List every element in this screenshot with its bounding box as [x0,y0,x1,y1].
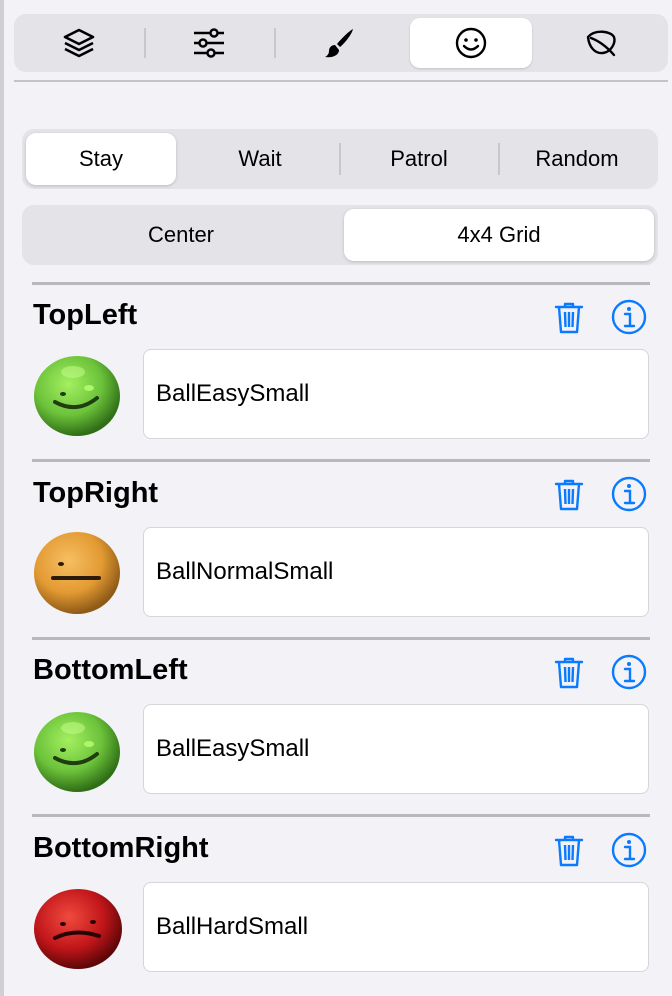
info-icon [611,299,647,335]
ball-type-field[interactable]: BallEasySmall [143,704,649,794]
info-icon [611,476,647,512]
ball-hard-avatar [34,889,122,969]
delete-button[interactable] [551,654,587,690]
info-button[interactable] [611,476,647,512]
ball-type-field[interactable]: BallHardSmall [143,882,649,972]
delete-button[interactable] [551,299,587,335]
tab-separator [144,28,146,58]
smiley-icon [455,27,487,59]
behavior-option-wait[interactable]: Wait [180,133,340,185]
layers-icon [63,28,95,58]
tab-separator [274,28,276,58]
tab-nature[interactable] [540,18,662,68]
trash-icon [554,302,584,334]
placement-segmented-control: Center 4x4 Grid [22,205,658,265]
slot-divider [32,282,650,285]
behavior-option-random[interactable]: Random [500,133,654,185]
behavior-option-stay[interactable]: Stay [26,133,176,185]
delete-button[interactable] [551,832,587,868]
ball-type-field[interactable]: BallNormalSmall [143,527,649,617]
trash-icon [554,835,584,867]
ball-normal-avatar [34,532,120,614]
ball-easy-avatar [34,356,120,436]
slot-title: TopLeft [33,299,138,331]
sidebar-divider [0,0,4,996]
tab-paint[interactable] [278,18,400,68]
info-button[interactable] [611,832,647,868]
slot-divider [32,459,650,462]
placement-option-grid[interactable]: 4x4 Grid [344,209,654,261]
inspector-tab-bar [14,14,668,72]
info-button[interactable] [611,654,647,690]
delete-button[interactable] [551,476,587,512]
slot-title: TopRight [33,477,159,509]
slot-divider [32,814,650,817]
tab-layers[interactable] [18,18,140,68]
toolbar-divider [14,80,668,82]
ball-type-field[interactable]: BallEasySmall [143,349,649,439]
slot-divider [32,637,650,640]
trash-icon [554,479,584,511]
slot-title: BottomRight [33,832,209,864]
tab-characters[interactable] [410,18,532,68]
behavior-segmented-control: Stay Wait Patrol Random [22,129,658,189]
trash-icon [554,657,584,689]
tab-adjustments[interactable] [148,18,270,68]
placement-option-center[interactable]: Center [26,209,336,261]
paintbrush-icon [325,29,353,58]
info-icon [611,654,647,690]
ball-easy-avatar [34,712,120,792]
info-button[interactable] [611,299,647,335]
slot-title: BottomLeft [33,654,188,686]
sliders-icon [194,28,224,58]
info-icon [611,832,647,868]
leaf-icon [586,30,616,57]
behavior-option-patrol[interactable]: Patrol [340,133,498,185]
